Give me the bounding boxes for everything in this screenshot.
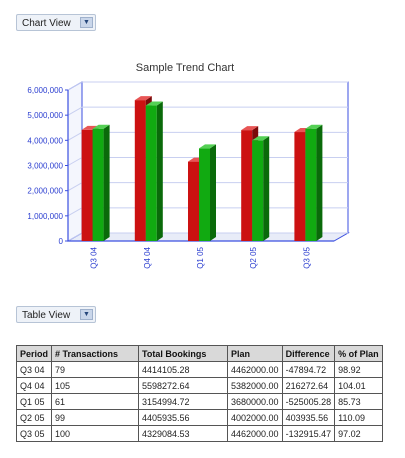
column-header: # Transactions [51, 345, 140, 362]
table-cell: 216272.64 [281, 377, 336, 394]
table-cell: 3680000.00 [227, 393, 283, 410]
table-cell: 4414105.28 [138, 361, 229, 378]
trend-chart: 0 1,000,000 2,000,000 3,000,000 4,000,000 5,0… [27, 81, 350, 269]
table-cell: -132915.47 [281, 425, 336, 442]
bar [294, 132, 306, 241]
table-cell: 4405935.56 [138, 409, 229, 426]
x-tick-label: Q3 05 [302, 246, 311, 268]
bar [188, 161, 199, 241]
bar [92, 128, 104, 241]
table-cell: 104.01 [334, 377, 383, 394]
table-cell: 4002000.00 [227, 409, 283, 426]
bar-side [210, 144, 216, 241]
column-header: % of Plan [334, 345, 383, 362]
bar-side [263, 136, 270, 241]
bar [305, 128, 317, 241]
table-cell: 99 [51, 409, 140, 426]
y-tick-label: 5,000,000 [27, 111, 63, 120]
bar-side [316, 124, 323, 241]
column-header: Difference [281, 345, 336, 362]
table-cell: 79 [51, 361, 140, 378]
chevron-down-icon[interactable]: ▼ [80, 309, 93, 320]
column-header: Period [15, 345, 53, 362]
y-tick-label: 1,000,000 [27, 212, 63, 221]
table-row: Q2 05 99 4405935.56 4002000.00 403935.56… [15, 409, 383, 426]
y-tick-label: 0 [59, 237, 64, 246]
page: Chart View ▼ Sample Trend Chart 0 1,000,0… [0, 0, 405, 458]
column-header: Total Bookings [138, 345, 229, 362]
table-cell: 4462000.00 [227, 425, 283, 442]
bar [252, 140, 264, 241]
table-cell: 4329084.53 [138, 425, 229, 442]
bar [81, 129, 93, 241]
bar-side [103, 124, 110, 241]
table-cell: 4462000.00 [227, 361, 283, 378]
table-cell: 3154994.72 [138, 393, 229, 410]
table-cell: Q3 05 [15, 425, 53, 442]
table-cell: Q1 05 [15, 393, 53, 410]
table-cell: Q3 04 [15, 361, 53, 378]
table-row: Q3 04 79 4414105.28 4462000.00 -47894.72… [15, 361, 383, 378]
table-cell: 97.02 [334, 425, 383, 442]
x-tick-label: Q3 04 [90, 246, 99, 268]
table-cell: 5382000.00 [227, 377, 283, 394]
y-tick-label: 3,000,000 [27, 162, 63, 171]
x-tick-label: Q2 05 [249, 246, 258, 268]
table-cell: 110.09 [334, 409, 383, 426]
bar [199, 148, 210, 241]
bar [241, 130, 253, 241]
table-cell: Q2 05 [15, 409, 53, 426]
x-tick-label: Q1 05 [196, 246, 205, 268]
table-view-label: Table View [22, 310, 71, 321]
y-tick-label: 4,000,000 [27, 136, 63, 145]
bar [145, 105, 157, 241]
table-cell: 5598272.64 [138, 377, 229, 394]
table-cell: 98.92 [334, 361, 383, 378]
data-table: Period # Transactions Total Bookings Pla… [15, 345, 383, 442]
table-header-row: Period # Transactions Total Bookings Pla… [15, 345, 383, 362]
bar [134, 100, 146, 241]
y-tick-label: 2,000,000 [27, 187, 63, 196]
table-cell: 100 [51, 425, 140, 442]
table-row: Q4 04 105 5598272.64 5382000.00 216272.6… [15, 377, 383, 394]
table-cell: 61 [51, 393, 140, 410]
table-cell: -525005.28 [281, 393, 336, 410]
table-cell: 85.73 [334, 393, 383, 410]
x-tick-label: Q4 04 [143, 246, 152, 268]
bar-side [156, 101, 163, 241]
table-cell: 403935.56 [281, 409, 336, 426]
table-row: Q3 05 100 4329084.53 4462000.00 -132915.… [15, 425, 383, 442]
table-view-select[interactable]: Table View ▼ [16, 306, 96, 323]
column-header: Plan [227, 345, 283, 362]
table-cell: Q4 04 [15, 377, 53, 394]
table-cell: 105 [51, 377, 140, 394]
table-row: Q1 05 61 3154994.72 3680000.00 -525005.2… [15, 393, 383, 410]
y-tick-label: 6,000,000 [27, 86, 63, 95]
table-cell: -47894.72 [281, 361, 336, 378]
